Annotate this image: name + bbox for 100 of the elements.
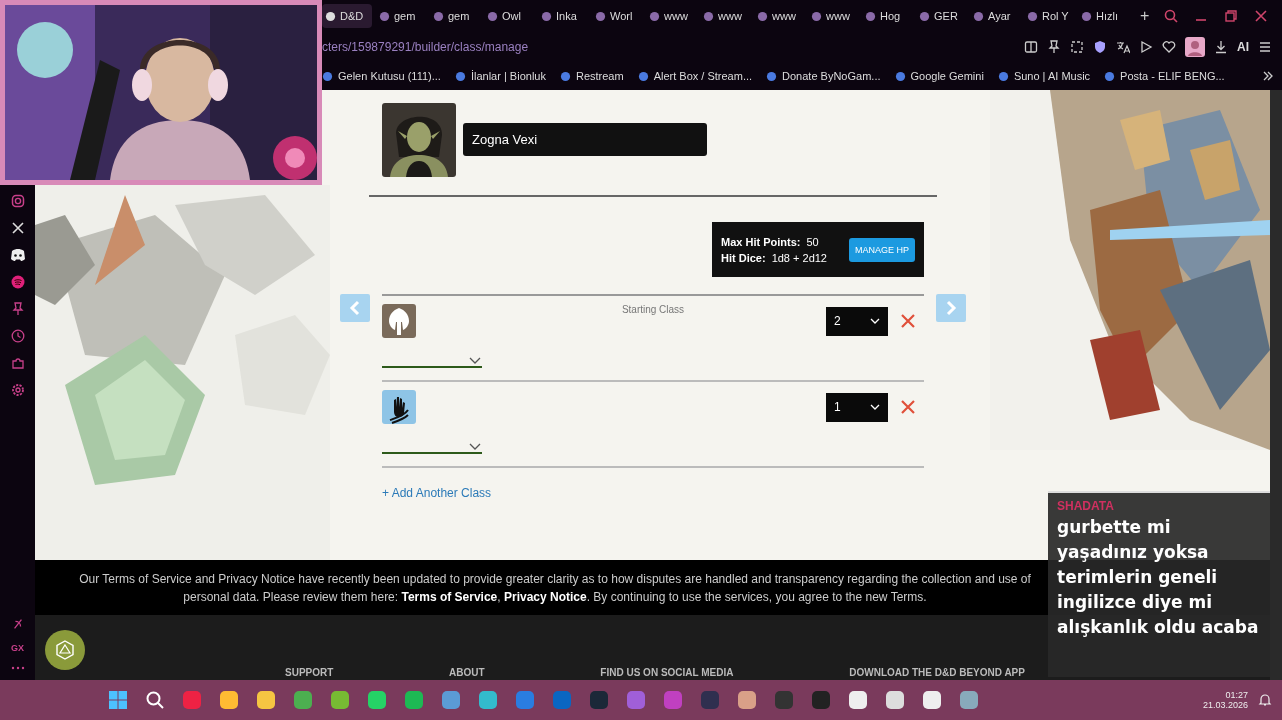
swirl-icon[interactable] bbox=[11, 618, 24, 630]
site-icon bbox=[757, 10, 768, 22]
gx-label[interactable]: GX bbox=[11, 643, 24, 653]
search-icon[interactable] bbox=[145, 690, 165, 710]
app-icon[interactable] bbox=[367, 690, 387, 710]
dice-button[interactable] bbox=[45, 630, 85, 670]
app-icon[interactable] bbox=[478, 690, 498, 710]
shield-icon[interactable] bbox=[1093, 40, 1107, 54]
max-hit-points-value: 50 bbox=[806, 235, 819, 248]
caret-icon bbox=[469, 442, 481, 450]
translate-icon[interactable] bbox=[1116, 40, 1130, 54]
browser-tab[interactable]: Hızlı bbox=[1078, 4, 1128, 28]
terms-notice: Our Terms of Service and Privacy Notice have recently been updated to provide greater clarity as to how disputes are handled and transparency regarding the collection and use of personal data. Please review them here: Terms of Service, Privacy Notice. By continuing to use the services, you agree to the new Terms. bbox=[78, 570, 1032, 606]
bookmark[interactable]: Donate ByNoGam... bbox=[766, 70, 881, 82]
starting-class-label: Starting Class bbox=[620, 304, 686, 315]
browser-tab[interactable]: Hog bbox=[862, 4, 912, 28]
browser-tab[interactable]: gem bbox=[430, 4, 480, 28]
heart-icon[interactable] bbox=[1162, 40, 1176, 54]
app-icon[interactable] bbox=[885, 690, 905, 710]
remove-icon[interactable] bbox=[900, 399, 916, 415]
settings-icon[interactable] bbox=[10, 383, 25, 397]
remove-icon[interactable] bbox=[900, 313, 916, 329]
address-field[interactable]: cters/159879291/builder/class/manage bbox=[322, 40, 529, 54]
browser-tab[interactable]: Rol Y bbox=[1024, 4, 1074, 28]
site-icon bbox=[559, 70, 571, 82]
hit-dice-value: 1d8 + 2d12 bbox=[771, 251, 827, 264]
d20-icon bbox=[55, 640, 75, 660]
app-icon[interactable] bbox=[737, 690, 757, 710]
app-icon[interactable] bbox=[219, 690, 239, 710]
search-icon[interactable] bbox=[1164, 9, 1178, 23]
profile-avatar[interactable] bbox=[1185, 37, 1205, 57]
site-icon bbox=[766, 70, 778, 82]
class-emblem-icon bbox=[382, 304, 416, 338]
more-bookmarks-icon[interactable] bbox=[1262, 70, 1274, 82]
bookmark[interactable]: Gelen Kutusu (111)... bbox=[322, 70, 441, 82]
bookmark[interactable]: İlanlar | Bionluk bbox=[454, 70, 546, 82]
scrollbar[interactable] bbox=[1270, 90, 1282, 680]
menu-icon[interactable] bbox=[1258, 40, 1272, 54]
privacy-notice-link[interactable]: Privacy Notice bbox=[503, 589, 587, 604]
crop-icon[interactable] bbox=[1070, 40, 1084, 54]
browser-tab[interactable]: Ayar bbox=[970, 4, 1020, 28]
level-dropdown[interactable]: 1 bbox=[826, 392, 888, 422]
clock-icon[interactable] bbox=[10, 329, 25, 343]
app-icon[interactable] bbox=[959, 690, 979, 710]
clock-date[interactable]: 21.03.2026 bbox=[1202, 700, 1248, 710]
browser-tab[interactable]: www bbox=[700, 4, 750, 28]
site-icon bbox=[454, 70, 466, 82]
site-icon bbox=[997, 70, 1009, 82]
clock-time[interactable]: 01:27 bbox=[1225, 690, 1248, 700]
split-view-icon[interactable] bbox=[1024, 40, 1038, 54]
ai-button[interactable]: AI bbox=[1237, 40, 1249, 54]
bookmark[interactable]: Restream bbox=[559, 70, 624, 82]
app-icon[interactable] bbox=[922, 690, 942, 710]
site-icon bbox=[703, 10, 714, 22]
restore-icon[interactable] bbox=[1224, 9, 1238, 23]
x-logo-icon[interactable] bbox=[10, 221, 25, 235]
browser-tab[interactable]: Owl bbox=[484, 4, 534, 28]
browser-tab[interactable]: gem bbox=[376, 4, 426, 28]
pin-icon[interactable] bbox=[1047, 40, 1061, 54]
site-icon bbox=[1081, 10, 1092, 22]
site-icon bbox=[379, 10, 390, 22]
app-icon[interactable] bbox=[256, 690, 276, 710]
more-icon[interactable] bbox=[10, 666, 25, 670]
app-icon[interactable] bbox=[293, 690, 313, 710]
hand-emblem-icon bbox=[382, 390, 416, 424]
site-icon bbox=[865, 10, 876, 22]
browser-tab[interactable]: www bbox=[754, 4, 804, 28]
notification-icon[interactable] bbox=[1258, 693, 1272, 707]
site-icon bbox=[1104, 70, 1116, 82]
browser-tab[interactable]: Worl bbox=[592, 4, 642, 28]
browser-tab[interactable]: GER bbox=[916, 4, 966, 28]
browser-tab[interactable]: www bbox=[808, 4, 858, 28]
site-icon bbox=[433, 10, 444, 22]
level-dropdown[interactable]: 2 bbox=[826, 306, 888, 336]
bookmark[interactable]: Alert Box / Stream... bbox=[637, 70, 753, 82]
bookmark[interactable]: Google Gemini bbox=[894, 70, 984, 82]
app-icon[interactable] bbox=[404, 690, 424, 710]
browser-tab[interactable]: Inka bbox=[538, 4, 588, 28]
download-icon[interactable] bbox=[1214, 40, 1228, 54]
character-name-field[interactable]: Zogna Vexi bbox=[463, 123, 707, 156]
footer-heading: FIND US ON SOCIAL MEDIA bbox=[600, 667, 734, 678]
play-icon[interactable] bbox=[1139, 40, 1153, 54]
site-icon bbox=[637, 70, 649, 82]
site-icon bbox=[894, 70, 906, 82]
windows-icon[interactable] bbox=[108, 690, 128, 710]
caret-icon bbox=[870, 404, 880, 410]
bookmark[interactable]: Posta - ELIF BENG... bbox=[1104, 70, 1225, 82]
browser-tab[interactable]: D&D bbox=[322, 4, 372, 28]
bookmark[interactable]: Suno | AI Music bbox=[997, 70, 1091, 82]
discord-icon[interactable] bbox=[9, 248, 26, 262]
browser-tab[interactable]: www bbox=[646, 4, 696, 28]
add-class-link[interactable]: + Add Another Class bbox=[382, 486, 492, 500]
max-hit-points-label: Max Hit Points: bbox=[721, 235, 801, 248]
site-icon bbox=[1027, 10, 1038, 22]
spotify-icon[interactable] bbox=[10, 275, 25, 289]
app-icon[interactable] bbox=[330, 690, 350, 710]
app-icon[interactable] bbox=[848, 690, 868, 710]
close-icon[interactable] bbox=[1254, 9, 1268, 23]
new-tab-button[interactable]: + bbox=[1132, 7, 1158, 25]
instagram-icon[interactable] bbox=[10, 194, 25, 208]
